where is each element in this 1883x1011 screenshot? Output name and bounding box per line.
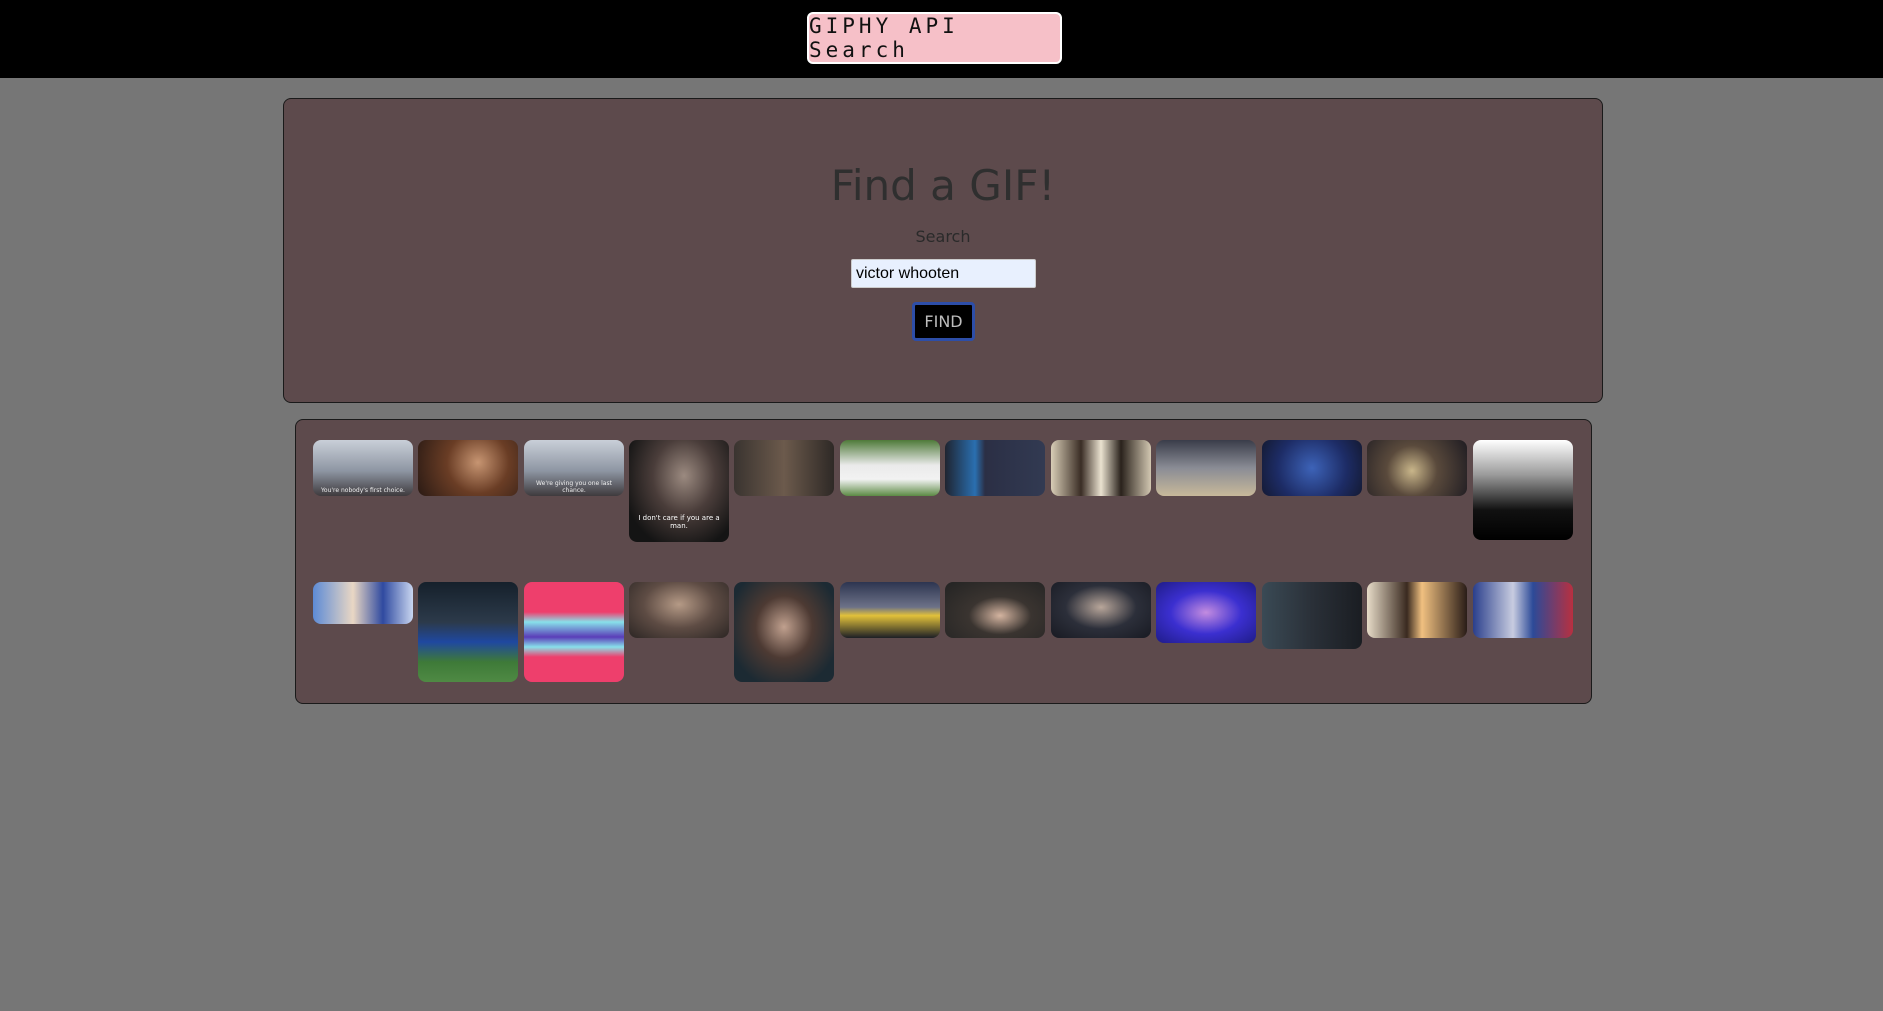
results-grid: You're nobody's first choice. We're givi… <box>295 419 1592 704</box>
gif-result-22[interactable] <box>1262 582 1362 649</box>
gif-result-7[interactable] <box>945 440 1045 496</box>
gif-result-1[interactable]: You're nobody's first choice. <box>313 440 413 496</box>
gif-result-20[interactable] <box>1051 582 1151 638</box>
search-panel: Find a GIF! Search FIND <box>283 98 1603 403</box>
gif-result-23[interactable] <box>1367 582 1467 638</box>
gif-result-3[interactable]: We're giving you one last chance. <box>524 440 624 496</box>
gif-result-21[interactable] <box>1156 582 1256 643</box>
gif-result-5[interactable] <box>734 440 834 496</box>
gif-result-14[interactable] <box>418 582 518 682</box>
gif-result-19[interactable] <box>945 582 1045 638</box>
page-title: Find a GIF! <box>830 161 1056 210</box>
gif-result-12[interactable] <box>1473 440 1573 540</box>
find-button[interactable]: FIND <box>912 302 975 341</box>
gif-result-4[interactable]: I don't care if you are a man. <box>629 440 729 542</box>
gif-result-8[interactable] <box>1051 440 1151 496</box>
gif-result-11[interactable] <box>1367 440 1467 496</box>
gif-caption: I don't care if you are a man. <box>638 514 720 530</box>
gif-result-6[interactable] <box>840 440 940 496</box>
top-bar: GIPHY API Search <box>0 0 1883 78</box>
gif-result-15[interactable] <box>524 582 624 682</box>
gif-caption: You're nobody's first choice. <box>321 487 405 494</box>
gif-result-16[interactable] <box>629 582 729 638</box>
search-input[interactable] <box>851 259 1036 288</box>
gif-result-9[interactable] <box>1156 440 1256 496</box>
gif-result-24[interactable] <box>1473 582 1573 638</box>
search-label: Search <box>915 227 971 246</box>
gif-result-2[interactable] <box>418 440 518 496</box>
gif-result-17[interactable] <box>734 582 834 682</box>
gif-result-13[interactable] <box>313 582 413 624</box>
gif-result-18[interactable] <box>840 582 940 638</box>
gif-result-10[interactable] <box>1262 440 1362 496</box>
gif-caption: We're giving you one last chance. <box>536 480 612 494</box>
brand-title[interactable]: GIPHY API Search <box>807 12 1062 64</box>
